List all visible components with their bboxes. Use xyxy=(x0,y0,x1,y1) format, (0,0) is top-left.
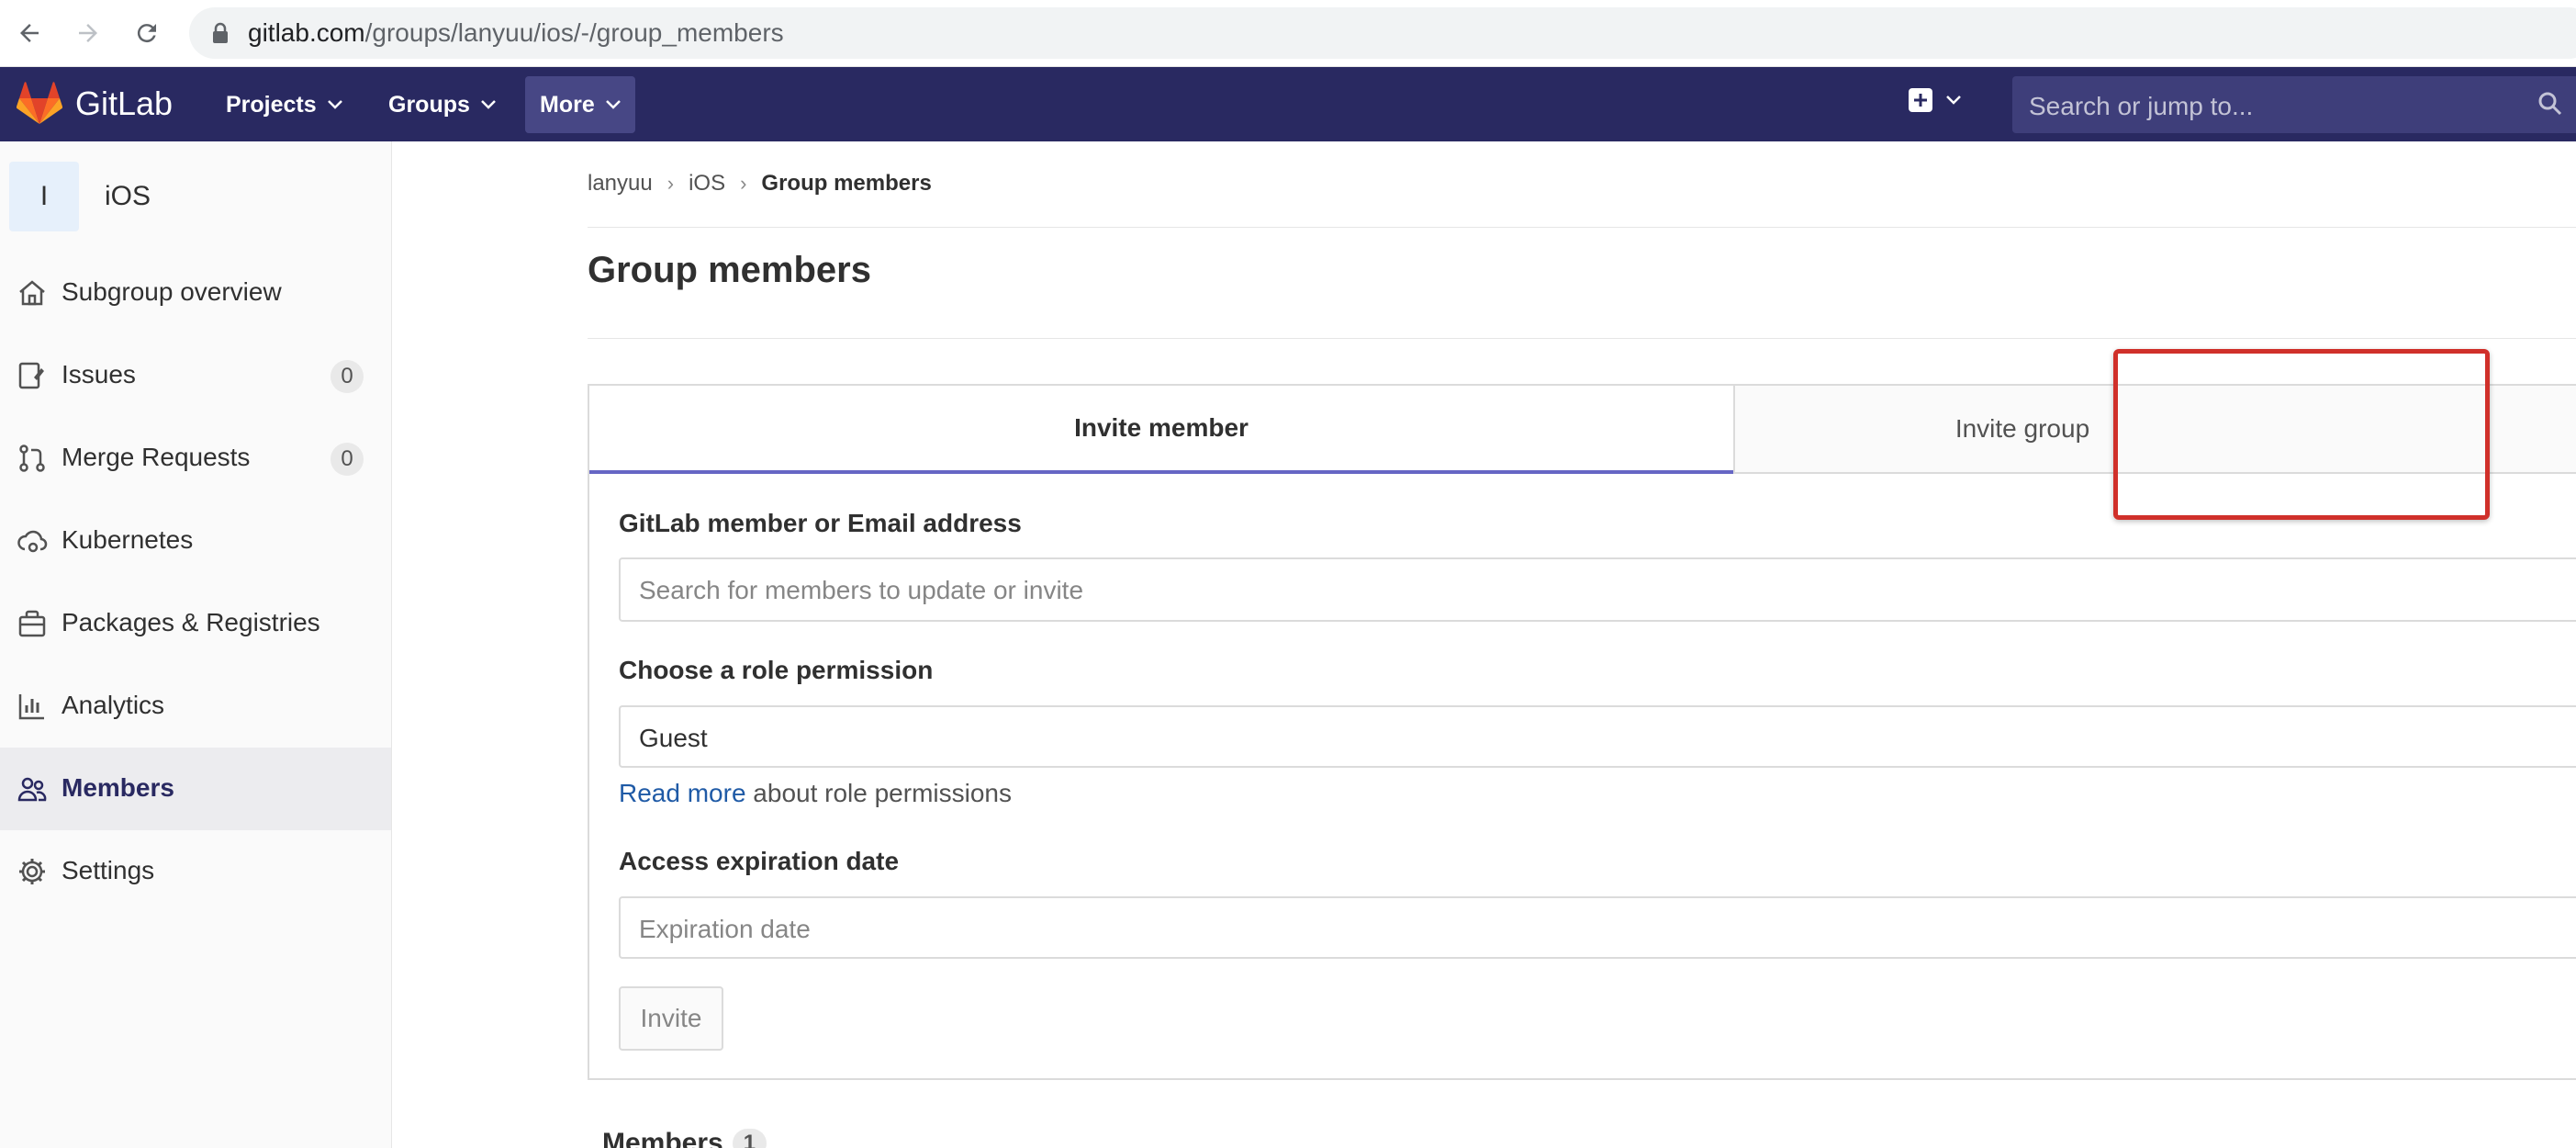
url-path: /groups/lanyuu/ios/-/group_members xyxy=(364,18,784,47)
sidebar: I iOS Subgroup overview Issues 0 Merge R… xyxy=(0,141,392,1148)
issues-icon xyxy=(18,362,44,389)
forward-button[interactable] xyxy=(70,13,106,53)
sidebar-item-members[interactable]: Members xyxy=(0,748,391,830)
highlight-box xyxy=(2113,349,2490,520)
top-navbar: GitLab Projects Groups More Search or ju… xyxy=(0,67,2576,141)
role-field-label: Choose a role permission xyxy=(619,656,934,684)
member-search-input[interactable]: Search for members to update or invite xyxy=(619,557,2576,622)
chevron-down-icon xyxy=(1946,96,1961,105)
chevron-down-icon xyxy=(327,100,342,109)
breadcrumb-item-ios[interactable]: iOS xyxy=(689,171,725,197)
back-button[interactable] xyxy=(11,13,48,53)
expiration-field-label: Access expiration date xyxy=(619,847,900,875)
tab-invite-member[interactable]: Invite member xyxy=(589,386,1733,474)
browser-toolbar: gitlab.com/groups/lanyuu/ios/-/group_mem… xyxy=(0,0,2576,67)
role-help-suffix: about role permissions xyxy=(745,779,1012,807)
chart-icon xyxy=(18,694,44,720)
nav-groups[interactable]: Groups xyxy=(374,76,510,133)
invite-button[interactable]: Invite xyxy=(619,986,723,1051)
sidebar-item-packages[interactable]: Packages & Registries xyxy=(0,582,391,665)
cloud-gear-icon xyxy=(17,530,48,553)
sidebar-item-label: Members xyxy=(62,773,174,802)
expiration-date-input[interactable]: Expiration date xyxy=(619,896,2576,959)
sidebar-item-label: Settings xyxy=(62,856,155,884)
arrow-right-icon xyxy=(79,24,97,42)
nav-more-label: More xyxy=(540,91,595,118)
group-header[interactable]: I iOS xyxy=(9,162,151,231)
count-badge: 0 xyxy=(330,360,364,393)
sidebar-item-label: Subgroup overview xyxy=(62,277,282,306)
breadcrumb: lanyuu › iOS › Group members xyxy=(588,171,932,197)
search-icon xyxy=(2538,92,2562,116)
sidebar-item-kubernetes[interactable]: Kubernetes xyxy=(0,500,391,582)
sidebar-item-analytics[interactable]: Analytics xyxy=(0,665,391,748)
address-bar[interactable]: gitlab.com/groups/lanyuu/ios/-/group_mem… xyxy=(189,7,2576,59)
package-icon xyxy=(18,610,46,637)
read-more-link[interactable]: Read more xyxy=(619,779,746,807)
merge-request-icon xyxy=(19,445,45,472)
role-select[interactable]: Guest xyxy=(619,705,2576,768)
sidebar-item-subgroup-overview[interactable]: Subgroup overview xyxy=(0,252,391,334)
count-badge: 0 xyxy=(330,443,364,476)
role-select-value: Guest xyxy=(639,724,708,752)
search-placeholder: Search or jump to... xyxy=(2029,92,2254,120)
lock-icon xyxy=(213,22,228,43)
tanuki-icon xyxy=(17,82,62,124)
sidebar-item-label: Analytics xyxy=(62,691,165,719)
plus-square-icon xyxy=(1909,88,1932,112)
global-search-input[interactable]: Search or jump to... xyxy=(2012,76,2576,133)
members-count-badge: 1 xyxy=(732,1129,767,1148)
home-icon xyxy=(19,280,45,306)
divider xyxy=(588,227,2576,228)
tab-invite-member-label: Invite member xyxy=(1074,413,1249,442)
members-heading: Members 1 xyxy=(602,1128,767,1148)
chevron-right-icon: › xyxy=(666,172,675,195)
nav-more[interactable]: More xyxy=(525,76,635,133)
reload-button[interactable] xyxy=(129,13,165,53)
sidebar-item-label: Kubernetes xyxy=(62,525,194,554)
chevron-right-icon: › xyxy=(740,172,747,195)
users-icon xyxy=(17,777,47,802)
group-name: iOS xyxy=(105,181,151,211)
sidebar-item-merge-requests[interactable]: Merge Requests 0 xyxy=(0,417,391,500)
expiration-placeholder: Expiration date xyxy=(639,915,811,943)
nav-groups-label: Groups xyxy=(388,91,470,118)
reload-icon xyxy=(137,24,156,43)
arrow-left-icon xyxy=(20,24,39,42)
breadcrumb-item-lanyuu[interactable]: lanyuu xyxy=(588,171,653,197)
avatar: I xyxy=(9,162,79,231)
member-field-label: GitLab member or Email address xyxy=(619,509,1022,537)
role-help-text: Read more about role permissions xyxy=(619,779,1012,808)
gitlab-logo[interactable]: GitLab xyxy=(17,82,173,126)
url-host: gitlab.com xyxy=(248,18,365,47)
sidebar-item-label: Merge Requests xyxy=(62,443,251,471)
url-text: gitlab.com/groups/lanyuu/ios/-/group_mem… xyxy=(248,18,784,48)
chevron-down-icon xyxy=(605,100,621,109)
chevron-down-icon xyxy=(481,100,496,109)
nav-projects-label: Projects xyxy=(226,91,317,118)
new-item-dropdown[interactable] xyxy=(1908,87,1961,113)
divider xyxy=(588,338,2576,339)
members-heading-label: Members xyxy=(602,1128,723,1148)
sidebar-item-label: Packages & Registries xyxy=(62,608,320,636)
nav-projects[interactable]: Projects xyxy=(211,76,357,133)
sidebar-item-issues[interactable]: Issues 0 xyxy=(0,334,391,417)
logo-text: GitLab xyxy=(75,84,174,122)
breadcrumb-item-current[interactable]: Group members xyxy=(761,171,931,197)
settings-icon xyxy=(19,859,45,884)
sidebar-item-label: Issues xyxy=(62,360,136,388)
page-title: Group members xyxy=(588,250,871,290)
member-search-placeholder: Search for members to update or invite xyxy=(639,576,1084,604)
sidebar-item-settings[interactable]: Settings xyxy=(0,830,391,913)
